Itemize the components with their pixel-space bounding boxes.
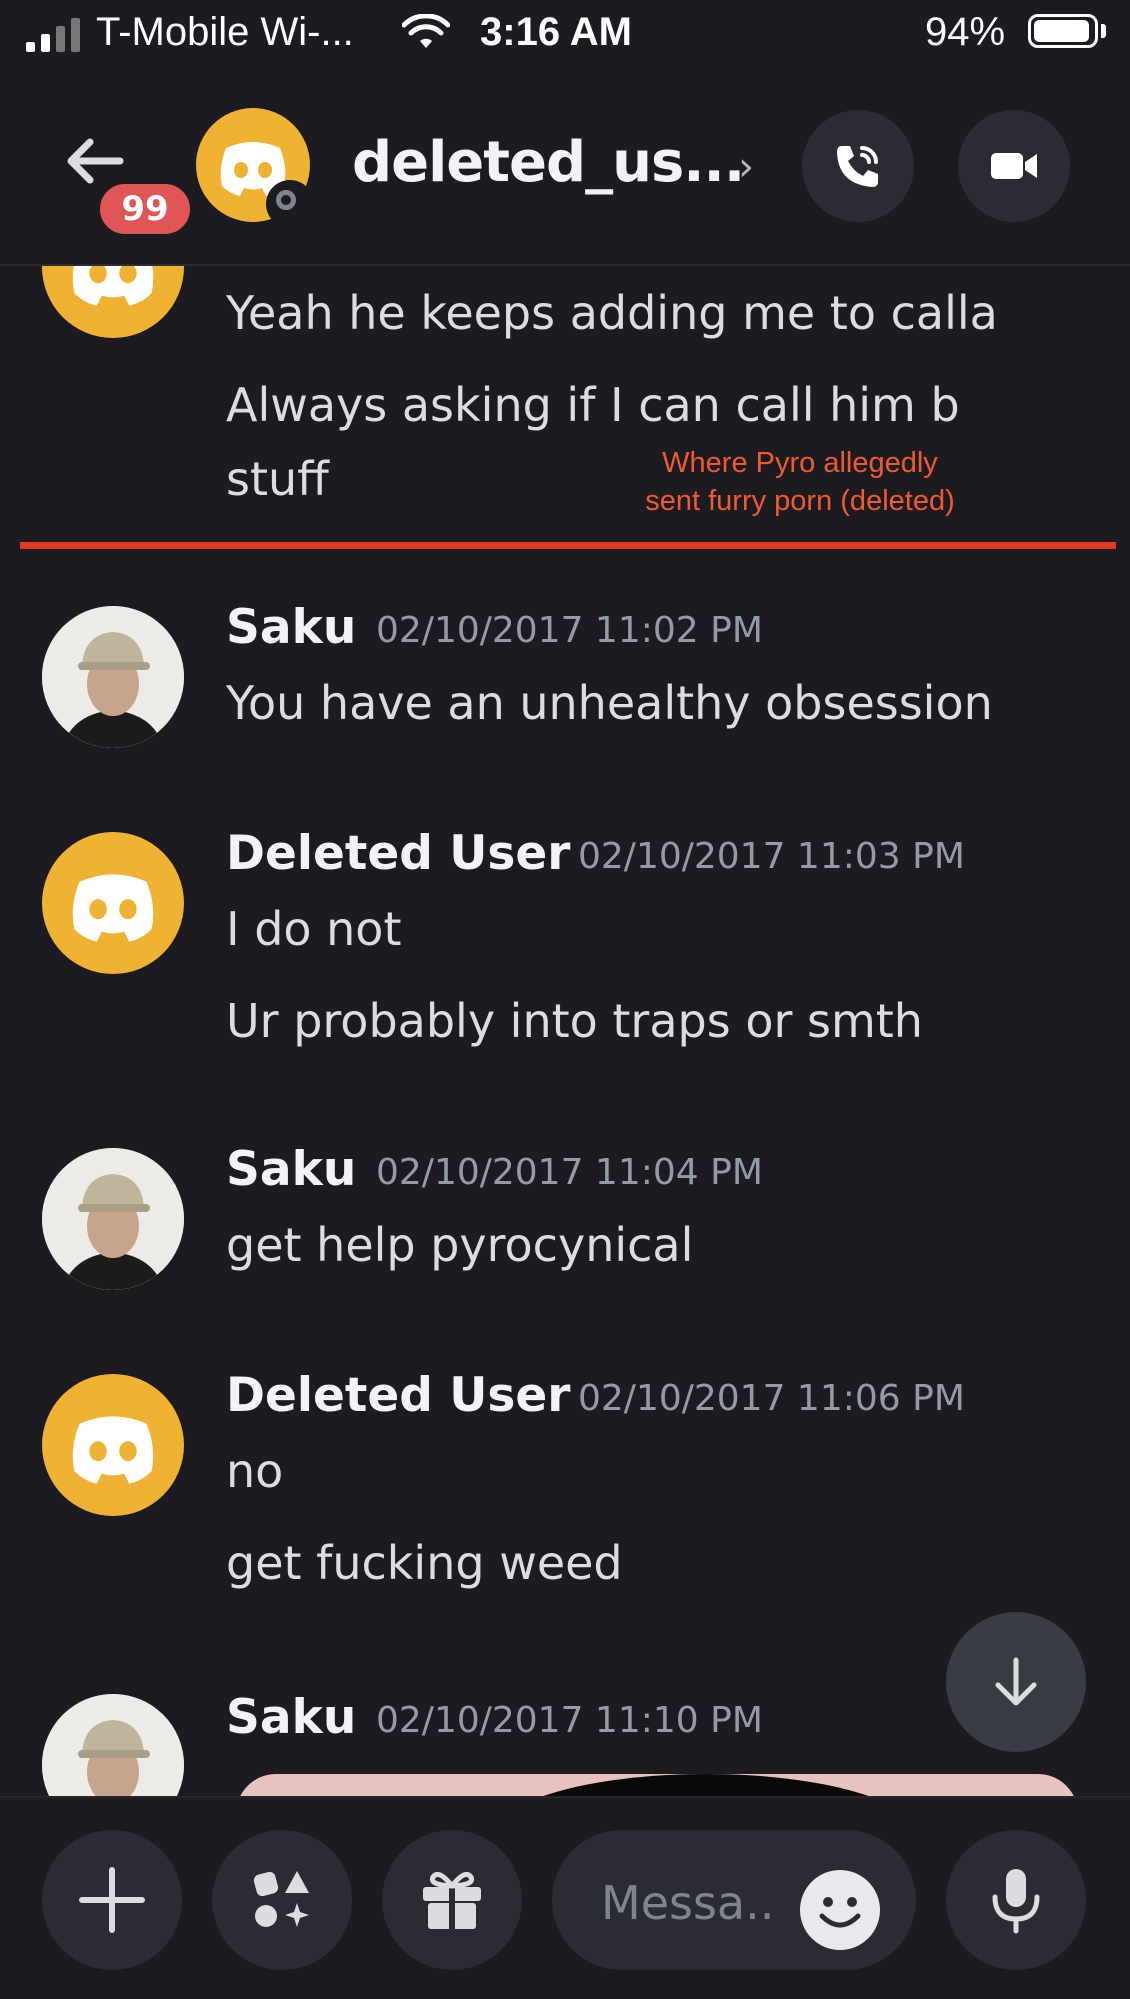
annotation-line: Where Pyro allegedly (662, 447, 938, 479)
wifi-icon (402, 14, 450, 48)
message-author[interactable]: Saku (226, 1142, 356, 1197)
apps-icon (253, 1871, 309, 1927)
message-text: no (226, 1444, 284, 1498)
signal-icon (26, 18, 80, 52)
channel-name[interactable]: deleted_us... (352, 130, 745, 195)
apps-button[interactable] (212, 1830, 352, 1970)
message-text: stuff (226, 452, 329, 506)
discord-logo-icon (72, 266, 154, 306)
discord-logo-icon (72, 1416, 154, 1484)
annotation-text: Where Pyro allegedly sent furry porn (de… (610, 444, 990, 520)
smiley-icon (819, 1897, 861, 1928)
plus-icon (79, 1867, 145, 1933)
microphone-icon (992, 1869, 1040, 1934)
jump-to-bottom-button[interactable] (946, 1612, 1086, 1752)
message-text: get fucking weed (226, 1536, 623, 1590)
avatar[interactable] (42, 266, 184, 338)
message-author[interactable]: Deleted User (226, 826, 570, 881)
message-text: Yeah he keeps adding me to calla (226, 286, 998, 340)
user-photo-icon (42, 1694, 184, 1796)
message-text: get help pyrocynical (226, 1218, 694, 1272)
message-text: Ur probably into traps or smth (226, 994, 923, 1048)
gift-button[interactable] (382, 1830, 522, 1970)
discord-logo-icon (72, 874, 154, 942)
avatar[interactable] (42, 1694, 184, 1796)
message-author[interactable]: Saku (226, 600, 356, 655)
message-placeholder: Messa.. (601, 1876, 775, 1930)
avatar[interactable] (42, 606, 184, 748)
voice-message-button[interactable] (946, 1830, 1086, 1970)
annotation-line: sent furry porn (deleted) (645, 485, 955, 517)
message-text: Always asking if I can call him b (226, 378, 960, 432)
battery-tip (1101, 24, 1106, 38)
unread-badge: 99 (96, 180, 194, 238)
user-photo-icon (42, 606, 184, 748)
chevron-right-icon[interactable]: › (738, 144, 754, 190)
message-author[interactable]: Saku (226, 1690, 356, 1745)
status-indicator-icon (266, 180, 314, 228)
message-list[interactable]: Yeah he keeps adding me to calla Always … (0, 266, 1130, 1796)
message-timestamp: 02/10/2017 11:04 PM (376, 1152, 763, 1193)
message-timestamp: 02/10/2017 11:03 PM (578, 836, 965, 877)
avatar[interactable] (42, 832, 184, 974)
video-camera-icon (991, 153, 1037, 179)
video-call-button[interactable] (958, 110, 1070, 222)
battery-percent: 94% (925, 10, 1006, 54)
emoji-button[interactable] (800, 1870, 880, 1950)
message-text: I do not (226, 902, 402, 956)
gift-icon (423, 1872, 481, 1929)
avatar[interactable] (42, 1374, 184, 1516)
message-text: You have an unhealthy obsession (226, 676, 993, 730)
status-bar: T-Mobile Wi-... 3:16 AM 94% (0, 0, 1130, 70)
message-timestamp: 02/10/2017 11:02 PM (376, 610, 763, 651)
message-timestamp: 02/10/2017 11:06 PM (578, 1378, 965, 1419)
user-photo-icon (42, 1148, 184, 1290)
image-attachment[interactable] (236, 1774, 1078, 1796)
avatar[interactable] (42, 1148, 184, 1290)
phone-icon (837, 146, 878, 187)
voice-call-button[interactable] (802, 110, 914, 222)
message-author[interactable]: Deleted User (226, 1368, 570, 1423)
battery-icon (1028, 14, 1098, 48)
annotation-divider (20, 542, 1116, 549)
clock: 3:16 AM (480, 10, 632, 54)
arrow-down-icon (995, 1657, 1037, 1706)
message-timestamp: 02/10/2017 11:10 PM (376, 1700, 763, 1741)
carrier-label: T-Mobile Wi-... (96, 10, 354, 54)
add-attachment-button[interactable] (42, 1830, 182, 1970)
